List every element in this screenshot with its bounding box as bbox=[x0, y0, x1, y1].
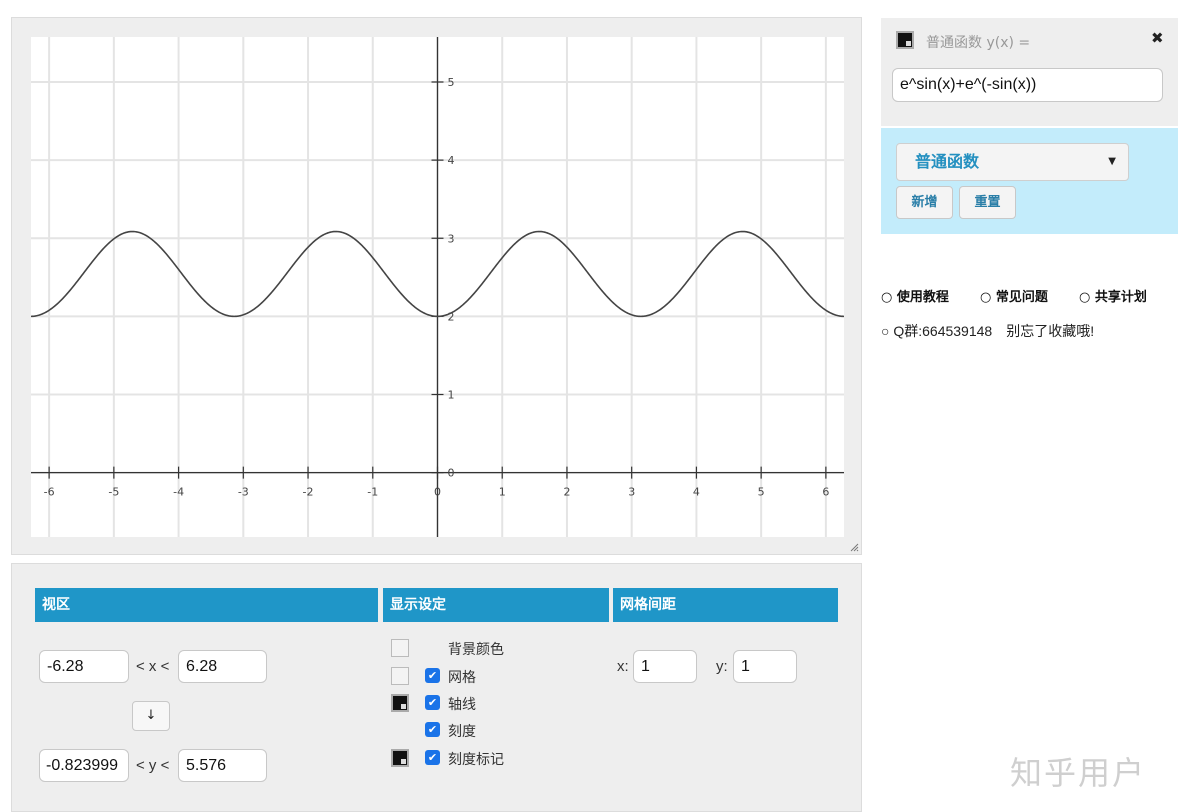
ymin-input[interactable]: -0.823999 bbox=[39, 749, 129, 782]
x-tick-label: -5 bbox=[108, 486, 119, 499]
add-function-panel: 普通函数 ▼ 新增 重置 bbox=[881, 128, 1178, 234]
x-tick-label: -1 bbox=[367, 486, 378, 499]
qq-group-text: ○ Q群:664539148 别忘了收藏哦! bbox=[881, 323, 1095, 339]
x-tick-label: -4 bbox=[173, 486, 184, 499]
ymax-input[interactable]: 5.576 bbox=[178, 749, 267, 782]
share-plan-link[interactable]: ○ 共享计划 bbox=[1079, 286, 1147, 305]
faq-link[interactable]: ○ 常见问题 bbox=[980, 286, 1048, 305]
y-tick-label: 5 bbox=[448, 76, 455, 89]
x-tick-label: 2 bbox=[563, 486, 570, 499]
y-tick-label: 3 bbox=[448, 232, 455, 245]
tick-labels-checkbox[interactable]: ✔ bbox=[425, 750, 440, 765]
settings-panel: 视区 显示设定 网格间距 -6.28 < x < 6.28 ↓ -0.82399… bbox=[11, 563, 862, 812]
x-tick-label: 1 bbox=[499, 486, 506, 499]
display-settings-header: 显示设定 bbox=[383, 588, 609, 622]
function-color-swatch[interactable] bbox=[896, 31, 914, 49]
reset-button[interactable]: 重置 bbox=[959, 186, 1016, 219]
tick-labels-label: 刻度标记 bbox=[448, 752, 504, 768]
swap-down-icon[interactable]: ↓ bbox=[132, 701, 170, 731]
ticks-label: 刻度 bbox=[448, 724, 476, 740]
add-button[interactable]: 新增 bbox=[896, 186, 953, 219]
y-tick-label: 1 bbox=[448, 389, 455, 402]
axes-checkbox[interactable]: ✔ bbox=[425, 695, 440, 710]
grid-label: 网格 bbox=[448, 670, 476, 686]
background-color-swatch[interactable] bbox=[391, 639, 409, 657]
y-tick-label: 4 bbox=[448, 154, 455, 167]
background-color-label: 背景颜色 bbox=[448, 642, 504, 658]
function-type-label: 普通函数 y(x) = bbox=[926, 35, 1031, 51]
graph-canvas[interactable]: -6 -5 -4 -3 -2 -1 0 1 2 3 4 5 6 0 1 2 3 4 5 bbox=[31, 37, 844, 537]
resize-handle-icon[interactable] bbox=[849, 542, 859, 552]
function-type-select[interactable]: 普通函数 ▼ bbox=[896, 143, 1129, 181]
ticks-checkbox[interactable]: ✔ bbox=[425, 722, 440, 737]
grid-spacing-header: 网格间距 bbox=[613, 588, 838, 622]
grid-y-input[interactable]: 1 bbox=[733, 650, 797, 683]
grid-x-input[interactable]: 1 bbox=[633, 650, 697, 683]
grid-x-label: x: bbox=[617, 658, 629, 675]
tutorial-link[interactable]: ○ 使用教程 bbox=[881, 286, 949, 305]
x-tick-label: 0 bbox=[434, 486, 441, 499]
chevron-down-icon: ▼ bbox=[1108, 156, 1116, 167]
grid-y-label: y: bbox=[716, 658, 728, 675]
x-tick-label: -6 bbox=[44, 486, 55, 499]
plot-panel: -6 -5 -4 -3 -2 -1 0 1 2 3 4 5 6 0 1 2 3 4 5 bbox=[11, 17, 862, 555]
x-tick-label: 4 bbox=[693, 486, 700, 499]
axes-color-swatch[interactable] bbox=[391, 694, 409, 712]
x-tick-label: 3 bbox=[628, 486, 635, 499]
function-plot[interactable]: -6 -5 -4 -3 -2 -1 0 1 2 3 4 5 6012345 bbox=[31, 37, 844, 537]
y-tick-label: 0 bbox=[448, 467, 455, 480]
function-entry-panel: 普通函数 y(x) = ✖ e^sin(x)+e^(-sin(x)) bbox=[881, 18, 1178, 126]
close-icon[interactable]: ✖ bbox=[1151, 29, 1164, 47]
function-type-selected: 普通函数 bbox=[915, 152, 980, 171]
axes-label: 轴线 bbox=[448, 697, 476, 713]
y-range-separator: < y < bbox=[136, 757, 170, 774]
function-expression-input[interactable]: e^sin(x)+e^(-sin(x)) bbox=[892, 68, 1163, 102]
grid-checkbox[interactable]: ✔ bbox=[425, 668, 440, 683]
x-tick-label: -2 bbox=[303, 486, 314, 499]
tick-labels-color-swatch[interactable] bbox=[391, 749, 409, 767]
x-range-separator: < x < bbox=[136, 658, 170, 675]
xmin-input[interactable]: -6.28 bbox=[39, 650, 129, 683]
xmax-input[interactable]: 6.28 bbox=[178, 650, 267, 683]
x-tick-label: -3 bbox=[238, 486, 249, 499]
x-tick-label: 5 bbox=[758, 486, 765, 499]
grid-color-swatch[interactable] bbox=[391, 667, 409, 685]
viewport-header: 视区 bbox=[35, 588, 378, 622]
x-tick-label: 6 bbox=[822, 486, 829, 499]
watermark: 知乎用户 bbox=[1010, 754, 1147, 792]
